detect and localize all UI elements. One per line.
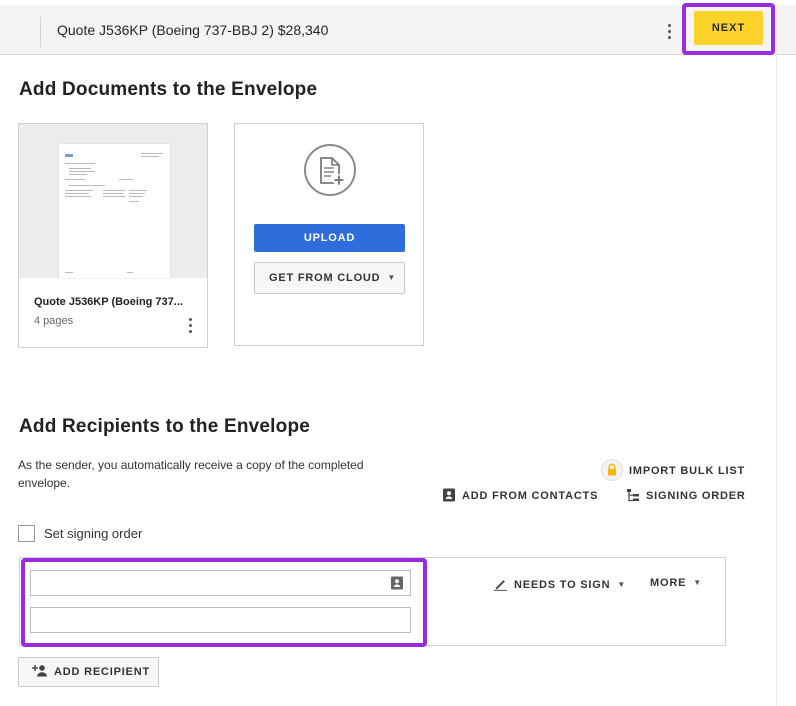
more-dropdown[interactable]: MORE ▼	[650, 577, 702, 589]
documents-heading: Add Documents to the Envelope	[19, 79, 318, 100]
add-recipient-label: ADD RECIPIENT	[54, 666, 150, 678]
lock-icon	[601, 459, 623, 481]
document-name: Quote J536KP (Boeing 737...	[34, 296, 183, 308]
get-from-cloud-button[interactable]: GET FROM CLOUD ▼	[254, 262, 405, 294]
document-thumbnail[interactable]	[19, 124, 207, 278]
document-card[interactable]: Quote J536KP (Boeing 737... 4 pages	[18, 123, 208, 348]
document-page-count: 4 pages	[34, 315, 74, 327]
more-label: MORE	[650, 577, 687, 589]
recipient-fields-highlight	[21, 558, 427, 647]
recipients-heading: Add Recipients to the Envelope	[19, 416, 311, 437]
add-person-icon	[32, 665, 47, 677]
caret-down-icon: ▼	[387, 273, 397, 282]
add-recipient-button[interactable]: ADD RECIPIENT	[18, 657, 159, 687]
kebab-icon[interactable]	[189, 318, 193, 336]
sender-note: As the sender, you automatically receive…	[18, 458, 364, 490]
caret-down-icon: ▼	[617, 580, 627, 589]
get-from-cloud-label: GET FROM CLOUD	[269, 272, 381, 284]
kebab-icon[interactable]	[668, 24, 672, 42]
signing-order-button[interactable]: SIGNING ORDER	[626, 488, 746, 502]
document-page-preview	[59, 144, 170, 278]
signing-order-label: SIGNING ORDER	[646, 490, 746, 502]
envelope-header: Quote J536KP (Boeing 737-BBJ 2) $28,340	[0, 0, 796, 55]
import-bulk-list-label: IMPORT BULK LIST	[629, 465, 746, 477]
add-from-contacts-label: ADD FROM CONTACTS	[462, 490, 599, 502]
pen-icon	[494, 580, 507, 591]
needs-to-sign-dropdown[interactable]: NEEDS TO SIGN ▼	[493, 577, 626, 591]
set-signing-order-checkbox[interactable]	[18, 525, 35, 542]
needs-to-sign-label: NEEDS TO SIGN	[514, 579, 611, 591]
add-from-contacts-button[interactable]: ADD FROM CONTACTS	[442, 488, 598, 502]
contacts-icon	[443, 488, 455, 502]
upload-button[interactable]: UPLOAD	[254, 224, 405, 252]
document-add-icon	[304, 144, 356, 196]
set-signing-order-label: Set signing order	[44, 526, 143, 541]
envelope-title: Quote J536KP (Boeing 737-BBJ 2) $28,340	[57, 22, 329, 38]
upload-card: UPLOAD GET FROM CLOUD ▼	[234, 123, 424, 346]
import-bulk-list-button[interactable]: IMPORT BULK LIST	[601, 459, 745, 481]
header-divider	[40, 17, 41, 47]
signing-order-icon	[627, 489, 639, 502]
next-highlight	[682, 3, 775, 55]
caret-down-icon: ▼	[693, 578, 702, 587]
right-rule	[776, 55, 777, 706]
